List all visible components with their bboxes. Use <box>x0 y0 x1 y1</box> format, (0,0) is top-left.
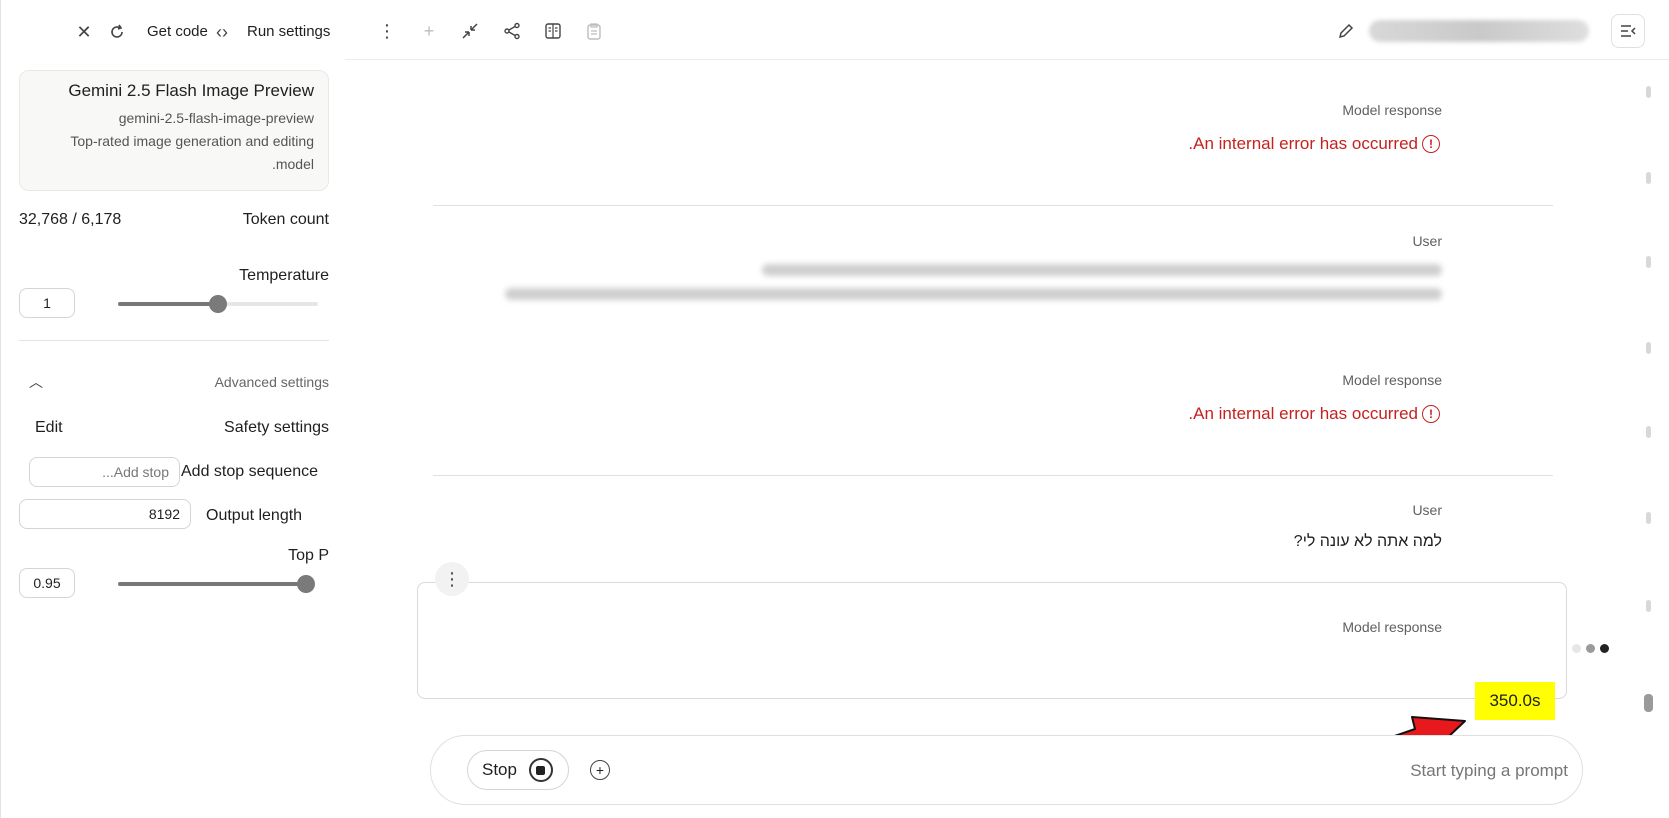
error-message: .An internal error has occurred ! <box>1188 134 1440 154</box>
get-code-button[interactable]: Get code <box>147 23 208 40</box>
more-vert-icon[interactable]: ⋮ <box>376 20 398 42</box>
stop-sequence-input[interactable]: ...Add stop <box>29 457 180 487</box>
code-icon[interactable]: ‹› <box>210 20 234 44</box>
message-role: Model response <box>1342 619 1442 635</box>
temperature-slider[interactable] <box>118 295 318 313</box>
prompt-bar: Stop + <box>430 735 1583 805</box>
chat-area: Model response .An internal error has oc… <box>345 60 1640 818</box>
stop-icon <box>528 758 553 782</box>
scroll-marker[interactable] <box>1646 600 1651 612</box>
error-icon: ! <box>1422 135 1440 153</box>
loading-indicator <box>1572 644 1609 653</box>
chat-toolbar: ⋮ + <box>345 0 1669 60</box>
scroll-marker[interactable] <box>1646 342 1651 354</box>
error-text: .An internal error has occurred <box>1188 134 1418 153</box>
compress-icon[interactable] <box>459 20 481 42</box>
token-count-value: 32,768 / 6,178 <box>19 211 122 228</box>
output-length-input[interactable]: 8192 <box>19 499 191 529</box>
add-icon[interactable]: + <box>418 20 440 42</box>
stop-sequence-label: Add stop sequence <box>181 463 318 480</box>
redacted-user-text <box>505 288 1442 300</box>
model-selector-card[interactable]: Gemini 2.5 Flash Image Preview gemini-2.… <box>19 70 329 191</box>
scroll-marker[interactable] <box>1646 512 1651 524</box>
scroll-marker[interactable] <box>1646 256 1651 268</box>
scroll-thumb[interactable] <box>1644 694 1653 712</box>
model-response-card <box>417 582 1567 699</box>
redacted-user-text <box>762 264 1442 276</box>
compare-icon[interactable] <box>105 20 129 44</box>
temperature-input[interactable]: 1 <box>19 288 75 318</box>
model-id: gemini-2.5-flash-image-preview <box>118 110 314 126</box>
temperature-label: Temperature <box>239 267 329 284</box>
model-description: Top-rated image generation and editing <box>70 133 314 149</box>
run-settings-title: Run settings <box>247 23 331 40</box>
share-icon[interactable] <box>501 20 523 42</box>
top-p-slider-knob[interactable] <box>297 575 315 593</box>
elapsed-time-badge: 350.0s <box>1475 682 1555 720</box>
message-separator <box>433 475 1553 476</box>
safety-settings-label: Safety settings <box>224 419 329 436</box>
top-p-input[interactable]: 0.95 <box>19 568 75 598</box>
message-separator <box>433 205 1553 206</box>
error-text: .An internal error has occurred <box>1188 404 1418 423</box>
top-p-slider[interactable] <box>118 575 315 593</box>
scroll-marker[interactable] <box>1646 172 1651 184</box>
error-icon: ! <box>1422 405 1440 423</box>
advanced-settings-label: Advanced settings <box>214 374 329 390</box>
message-role: User <box>1412 233 1442 249</box>
scroll-marker[interactable] <box>1646 426 1651 438</box>
run-settings-panel: ✕ Get code ‹› Run settings Gemini 2.5 Fl… <box>0 0 345 818</box>
settings-header: ✕ Get code ‹› Run settings <box>1 20 346 44</box>
model-name: Gemini 2.5 Flash Image Preview <box>68 81 314 100</box>
chevron-up-icon[interactable]: ︿ <box>29 372 43 392</box>
loading-dot <box>1572 644 1581 653</box>
edit-pencil-icon[interactable] <box>1335 20 1357 42</box>
prompt-input[interactable] <box>868 756 1568 786</box>
panel-toggle-icon[interactable] <box>1611 14 1645 48</box>
prompt-title-redacted <box>1369 20 1589 42</box>
error-message: .An internal error has occurred ! <box>1188 404 1440 424</box>
close-icon[interactable]: ✕ <box>72 20 96 44</box>
user-message-text: למה אתה לא עונה לי? <box>1293 533 1442 550</box>
compare-columns-icon[interactable] <box>542 20 564 42</box>
more-vert-icon[interactable]: ⋮ <box>435 562 469 596</box>
divider <box>19 340 329 341</box>
temperature-slider-knob[interactable] <box>209 295 227 313</box>
message-role: User <box>1412 502 1442 518</box>
temperature-slider-fill <box>118 302 218 306</box>
model-description-line2: .model <box>271 156 314 172</box>
top-p-slider-fill <box>118 582 306 586</box>
stop-label: Stop <box>482 760 517 779</box>
token-count-label: Token count <box>242 211 329 228</box>
loading-dot <box>1586 644 1595 653</box>
loading-dot <box>1600 644 1609 653</box>
message-role: Model response <box>1342 102 1442 118</box>
clipboard-icon[interactable] <box>583 20 605 42</box>
scroll-marker[interactable] <box>1646 86 1651 98</box>
conversation-scroll-track[interactable] <box>1644 80 1653 720</box>
stop-button[interactable]: Stop <box>467 750 569 790</box>
edit-safety-button[interactable]: Edit <box>35 419 63 437</box>
output-length-label: Output length <box>206 507 303 524</box>
top-p-label: Top P <box>288 547 329 564</box>
message-role: Model response <box>1342 372 1442 388</box>
add-circle-icon[interactable]: + <box>590 760 610 780</box>
